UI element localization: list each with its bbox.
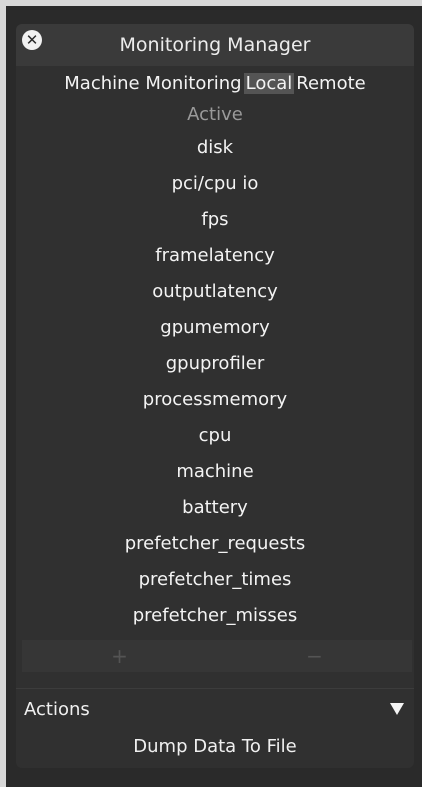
tab-machine-monitoring[interactable]: Machine Monitoring bbox=[62, 73, 243, 94]
list-item[interactable]: gpumemory bbox=[16, 310, 414, 346]
list-item[interactable]: fps bbox=[16, 202, 414, 238]
monitor-list: disk pci/cpu io fps framelatency outputl… bbox=[16, 130, 414, 634]
list-item[interactable]: pci/cpu io bbox=[16, 166, 414, 202]
list-item[interactable]: processmemory bbox=[16, 382, 414, 418]
list-item[interactable]: gpuprofiler bbox=[16, 346, 414, 382]
tab-bar: Machine Monitoring Local Remote bbox=[16, 66, 414, 100]
add-remove-controls: + − bbox=[22, 640, 412, 672]
monitoring-manager-panel: ✕ Monitoring Manager Machine Monitoring … bbox=[16, 24, 414, 768]
list-item[interactable]: framelatency bbox=[16, 238, 414, 274]
list-item[interactable]: cpu bbox=[16, 418, 414, 454]
list-item[interactable]: prefetcher_times bbox=[16, 562, 414, 598]
window-title: Monitoring Manager bbox=[119, 34, 311, 56]
list-item[interactable]: battery bbox=[16, 490, 414, 526]
remove-button[interactable]: − bbox=[217, 640, 412, 672]
actions-dropdown[interactable]: Actions bbox=[16, 688, 414, 729]
actions-label: Actions bbox=[24, 698, 90, 720]
tab-remote[interactable]: Remote bbox=[294, 73, 367, 94]
tab-local[interactable]: Local bbox=[243, 72, 295, 94]
list-item[interactable]: outputlatency bbox=[16, 274, 414, 310]
list-item[interactable]: machine bbox=[16, 454, 414, 490]
triangle-down-icon[interactable] bbox=[390, 703, 404, 715]
add-button[interactable]: + bbox=[22, 640, 217, 672]
list-item[interactable]: prefetcher_requests bbox=[16, 526, 414, 562]
dump-data-button[interactable]: Dump Data To File bbox=[16, 736, 414, 757]
title-bar: ✕ Monitoring Manager bbox=[16, 24, 414, 66]
list-item[interactable]: prefetcher_misses bbox=[16, 598, 414, 634]
list-header-active: Active bbox=[187, 104, 243, 125]
close-icon[interactable]: ✕ bbox=[22, 30, 42, 50]
list-item[interactable]: disk bbox=[16, 130, 414, 166]
